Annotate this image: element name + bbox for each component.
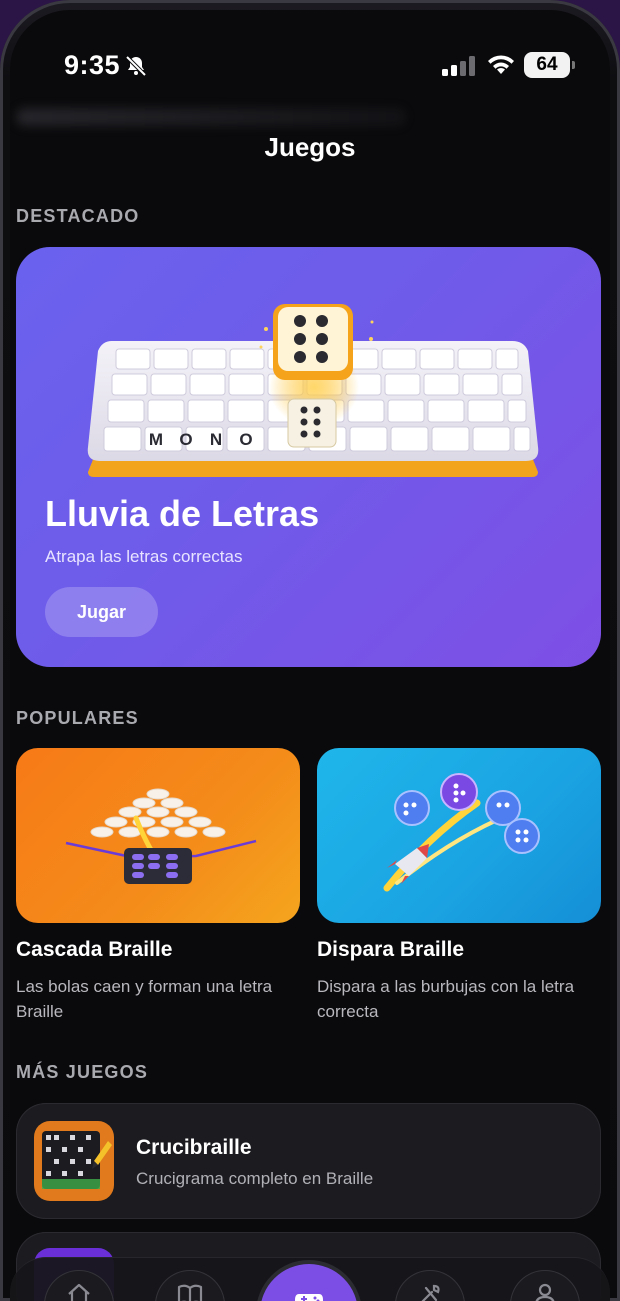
rocket-illustration bbox=[383, 773, 540, 892]
tab-profile[interactable] bbox=[510, 1270, 580, 1301]
tab-bar bbox=[10, 1257, 610, 1301]
game-description: Las bolas caen y forman una letra Braill… bbox=[16, 977, 273, 1021]
board-letter: O bbox=[239, 430, 252, 449]
tools-icon bbox=[421, 1284, 440, 1301]
page-title: Juegos bbox=[264, 132, 356, 162]
home-icon bbox=[68, 1283, 90, 1301]
signal-icon bbox=[442, 56, 475, 76]
featured-card[interactable]: M O N O Lluvia de Letras Atrapa las letr… bbox=[16, 247, 601, 667]
game-card-cascada-braille[interactable] bbox=[16, 748, 300, 923]
game-title: Crucibraille bbox=[136, 1136, 252, 1159]
board-letter: M bbox=[149, 430, 163, 449]
crossword-thumbnail bbox=[34, 1121, 114, 1201]
bell-slash-icon bbox=[125, 55, 147, 77]
game-card-dispara-braille[interactable] bbox=[317, 748, 601, 923]
game-description: Dispara a las burbujas con la letra corr… bbox=[317, 977, 575, 1021]
crossword-icon bbox=[42, 1131, 112, 1189]
battery-indicator: 64 bbox=[524, 52, 575, 78]
status-time: 9:35 bbox=[64, 50, 121, 80]
play-button[interactable]: Jugar bbox=[45, 587, 158, 637]
profile-icon bbox=[535, 1283, 555, 1301]
screen: 9:35 64 Juegos DESTACADO M O N O Lluvia … bbox=[10, 10, 610, 1301]
featured-subtitle: Atrapa las letras correctas bbox=[45, 547, 243, 566]
book-icon bbox=[177, 1284, 203, 1301]
tab-games[interactable] bbox=[260, 1264, 358, 1301]
section-label-more: MÁS JUEGOS bbox=[16, 1062, 149, 1082]
blurred-banner bbox=[16, 108, 406, 126]
cascade-illustration bbox=[65, 788, 257, 884]
game-title[interactable]: Cascada Braille bbox=[16, 938, 172, 962]
tab-tools[interactable] bbox=[395, 1270, 465, 1301]
tab-library[interactable] bbox=[155, 1270, 225, 1301]
section-label-popular: POPULARES bbox=[16, 708, 139, 728]
game-list-item-crucibraille[interactable]: Crucibraille Crucigrama completo en Brai… bbox=[16, 1103, 601, 1219]
tab-home[interactable] bbox=[44, 1270, 114, 1301]
board-letter: N bbox=[210, 430, 222, 449]
game-subtitle: Crucigrama completo en Braille bbox=[136, 1169, 374, 1188]
wifi-icon bbox=[488, 55, 514, 74]
phone-frame: 9:35 64 Juegos DESTACADO M O N O Lluvia … bbox=[0, 0, 620, 1301]
game-title[interactable]: Dispara Braille bbox=[317, 938, 464, 962]
featured-title: Lluvia de Letras bbox=[45, 493, 320, 534]
section-label-featured: DESTACADO bbox=[16, 206, 140, 226]
gamepad-icon bbox=[295, 1294, 323, 1301]
status-bar: 9:35 64 bbox=[10, 50, 610, 82]
featured-illustration: M O N O bbox=[87, 304, 539, 477]
board-letter: O bbox=[179, 430, 192, 449]
